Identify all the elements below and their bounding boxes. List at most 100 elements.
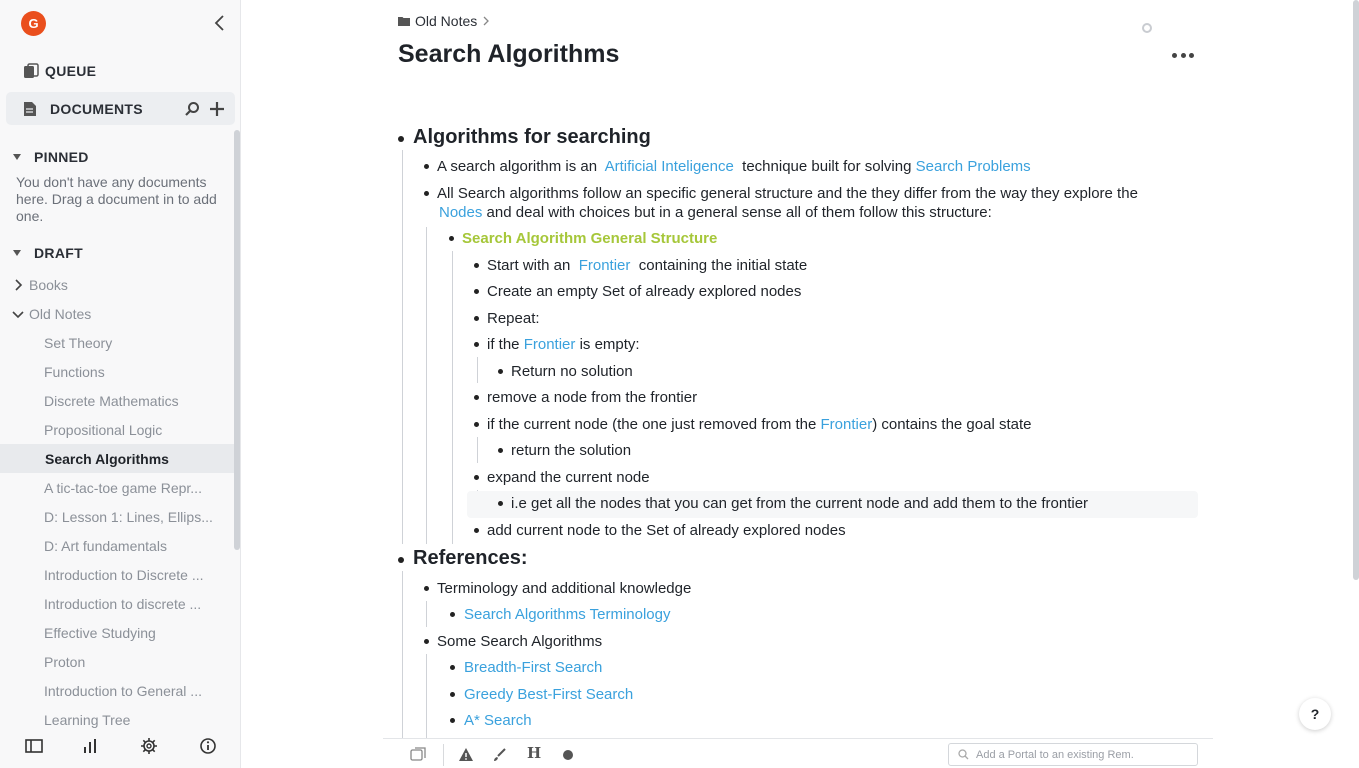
rem-general-structure-line2[interactable]: Nodes and deal with choices but in a gen… [439, 204, 992, 221]
bullet[interactable] [474, 475, 479, 480]
bullet[interactable] [424, 191, 429, 196]
indent-guide [426, 601, 427, 627]
sidebar-doc-lesson-1[interactable]: D: Lesson 1: Lines, Ellips... [0, 502, 235, 531]
caret-down-icon [13, 250, 21, 256]
settings-gear-icon[interactable] [140, 737, 158, 755]
link-search-problems[interactable]: Search Problems [916, 158, 1031, 175]
breadcrumb[interactable]: Old Notes [398, 13, 490, 29]
sidebar-scrollbar[interactable] [234, 130, 240, 550]
link-search-algorithms-terminology[interactable]: Search Algorithms Terminology [464, 606, 670, 623]
sidebar-doc-effective-studying[interactable]: Effective Studying [0, 618, 235, 647]
bullet[interactable] [398, 557, 404, 563]
structure-title[interactable]: Search Algorithm General Structure [462, 230, 717, 247]
rem-step-add-to-set[interactable]: add current node to the Set of already e… [487, 522, 846, 539]
add-document-icon[interactable] [208, 100, 226, 118]
info-icon[interactable] [199, 737, 217, 755]
rem-step-empty-set[interactable]: Create an empty Set of already explored … [487, 283, 801, 300]
sidebar-document-tree[interactable]: PINNED You don't have any documents here… [0, 130, 235, 730]
rem-step-start-frontier[interactable]: Start with an Frontier containing the in… [487, 257, 807, 274]
heading-format-button[interactable]: H [527, 744, 543, 762]
portal-placeholder: Add a Portal to an existing Rem. [976, 748, 1134, 761]
link-frontier[interactable]: Frontier [579, 257, 631, 274]
bullet[interactable] [450, 718, 455, 723]
heading-references[interactable]: References: [413, 547, 528, 570]
sidebar-folder-old-notes[interactable]: Old Notes [0, 299, 235, 328]
sidebar-doc-functions[interactable]: Functions [0, 357, 235, 386]
link-a-star-search[interactable]: A* Search [464, 712, 532, 729]
bullet[interactable] [424, 164, 429, 169]
link-greedy-best-first-search[interactable]: Greedy Best-First Search [464, 686, 633, 703]
bullet[interactable] [424, 639, 429, 644]
rem-step-return-solution[interactable]: return the solution [511, 442, 631, 459]
highlight-brush-icon[interactable] [492, 747, 508, 763]
dot [1189, 52, 1194, 58]
bullet[interactable] [450, 692, 455, 697]
folder-icon [398, 17, 410, 26]
bullet[interactable] [474, 289, 479, 294]
portal-search-input[interactable]: Add a Portal to an existing Rem. [948, 743, 1198, 766]
bullet[interactable] [424, 586, 429, 591]
sidebar-doc-discrete-mathematics[interactable]: Discrete Mathematics [0, 386, 235, 415]
layout-panel-icon[interactable] [25, 737, 43, 755]
rem-general-structure-line1[interactable]: All Search algorithms follow an specific… [437, 185, 1138, 202]
rem-search-algorithm-definition[interactable]: A search algorithm is an Artificial Inte… [437, 158, 1031, 175]
sidebar-folder-books[interactable]: Books [0, 270, 235, 299]
bullet[interactable] [474, 342, 479, 347]
sidebar-doc-set-theory[interactable]: Set Theory [0, 328, 235, 357]
bullet[interactable] [398, 136, 404, 142]
sidebar-doc-art-fundamentals[interactable]: D: Art fundamentals [0, 531, 235, 560]
sidebar-doc-search-algorithms[interactable]: Search Algorithms [0, 444, 235, 473]
status-indicator-icon [1142, 23, 1152, 33]
sidebar-doc-tic-tac-toe[interactable]: A tic-tac-toe game Repr... [0, 473, 235, 502]
queue-button[interactable]: QUEUE [16, 58, 96, 84]
bullet[interactable] [474, 422, 479, 427]
rem-some-search-algorithms[interactable]: Some Search Algorithms [437, 633, 602, 650]
sidebar-doc-learning-tree[interactable]: Learning Tree [0, 705, 235, 730]
bullet[interactable] [450, 612, 455, 617]
bullet[interactable] [498, 369, 503, 374]
bullet[interactable] [449, 236, 454, 241]
bullet[interactable] [498, 501, 503, 506]
link-frontier[interactable]: Frontier [524, 336, 576, 353]
record-dot-icon[interactable] [560, 747, 576, 763]
sidebar-doc-intro-discrete-1[interactable]: Introduction to Discrete ... [0, 560, 235, 589]
collapse-sidebar-icon[interactable] [213, 14, 227, 32]
page-title[interactable]: Search Algorithms [398, 40, 619, 69]
bullet[interactable] [474, 316, 479, 321]
draft-section-header[interactable]: DRAFT [13, 245, 83, 261]
bullet[interactable] [450, 665, 455, 670]
sidebar-doc-intro-general[interactable]: Introduction to General ... [0, 676, 235, 705]
link-nodes[interactable]: Nodes [439, 204, 482, 221]
rem-step-expand-node[interactable]: expand the current node [487, 469, 650, 486]
user-avatar[interactable]: G [21, 11, 46, 36]
pinned-section-header[interactable]: PINNED [13, 149, 89, 165]
rem-step-remove-node[interactable]: remove a node from the frontier [487, 389, 697, 406]
indent-guide [402, 150, 403, 544]
sidebar-bottom-bar [0, 728, 241, 768]
link-frontier[interactable]: Frontier [821, 416, 873, 433]
link-breadth-first-search[interactable]: Breadth-First Search [464, 659, 602, 676]
rem-step-return-no-solution[interactable]: Return no solution [511, 363, 633, 380]
link-artificial-inteligence[interactable]: Artificial Inteligence [605, 158, 734, 175]
rem-step-if-frontier-empty[interactable]: if the Frontier is empty: [487, 336, 640, 353]
sidebar-doc-propositional-logic[interactable]: Propositional Logic [0, 415, 235, 444]
rem-step-repeat[interactable]: Repeat: [487, 310, 540, 327]
bullet[interactable] [474, 395, 479, 400]
more-options-button[interactable] [1172, 48, 1194, 62]
rem-step-expand-detail[interactable]: i.e get all the nodes that you can get f… [511, 495, 1088, 512]
main-scrollbar[interactable] [1353, 0, 1359, 580]
help-button[interactable]: ? [1299, 698, 1331, 730]
bullet[interactable] [474, 263, 479, 268]
bullet[interactable] [474, 528, 479, 533]
bullet[interactable] [498, 448, 503, 453]
sidebar-doc-proton[interactable]: Proton [0, 647, 235, 676]
heading-algorithms-for-searching[interactable]: Algorithms for searching [413, 126, 651, 149]
warning-icon[interactable] [458, 747, 474, 763]
rem-step-if-goal-state[interactable]: if the current node (the one just remove… [487, 416, 1031, 433]
documents-section-header[interactable]: DOCUMENTS [6, 92, 235, 125]
sidebar-doc-intro-discrete-2[interactable]: Introduction to discrete ... [0, 589, 235, 618]
flashcard-icon[interactable] [410, 747, 426, 763]
rem-terminology[interactable]: Terminology and additional knowledge [437, 580, 691, 597]
search-icon[interactable] [184, 101, 200, 117]
stats-chart-icon[interactable] [82, 737, 100, 755]
